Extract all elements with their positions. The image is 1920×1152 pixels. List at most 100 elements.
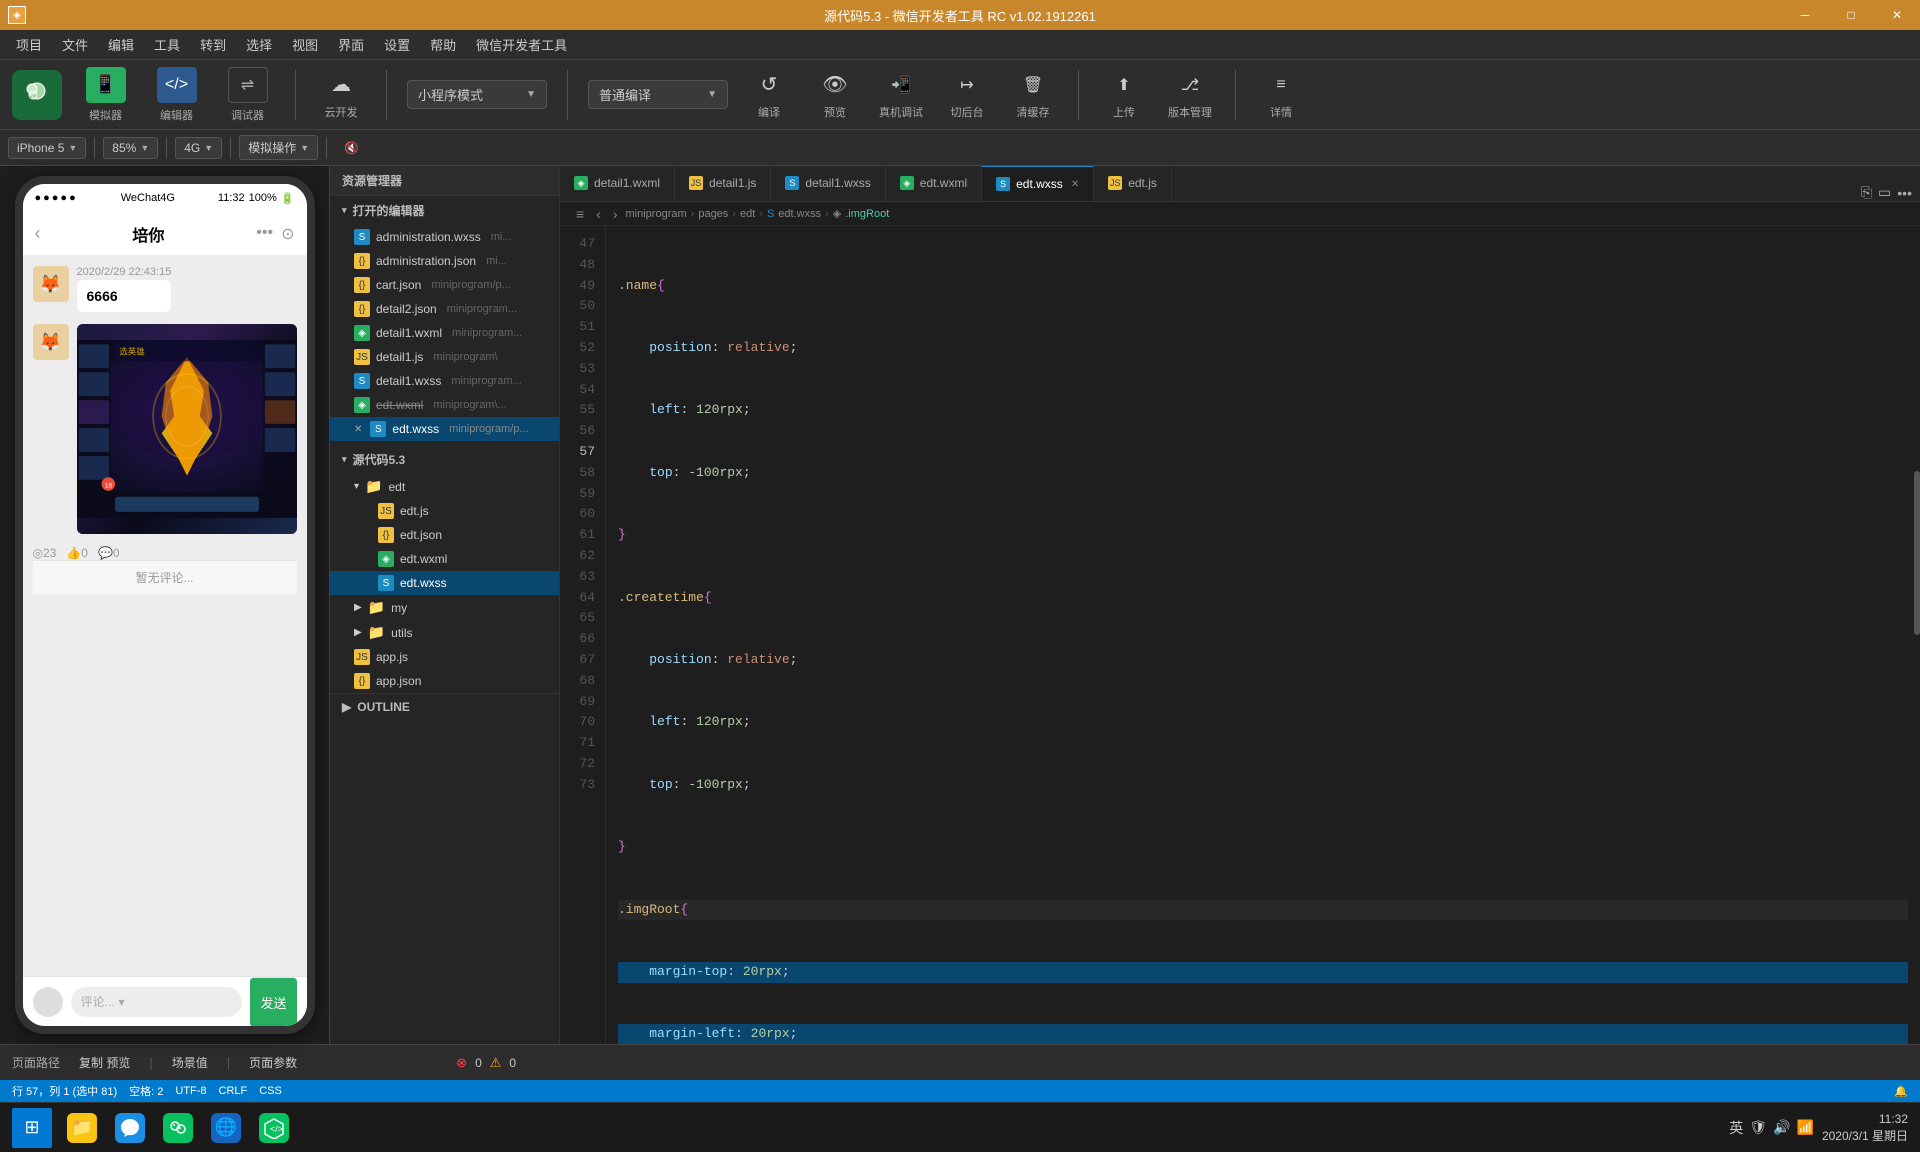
file-explorer-app[interactable]: 📁 [60,1106,104,1150]
real-debug-button[interactable]: 📲 真机调试 [876,70,926,120]
menu-tools[interactable]: 工具 [146,31,188,58]
outline-section[interactable]: ▶ OUTLINE [330,693,559,720]
list-item[interactable]: S administration.wxss mi... [330,225,559,249]
chat-title: 培你 [41,222,257,246]
source-section[interactable]: ▾ 源代码5.3 [330,445,559,474]
menu-help[interactable]: 帮助 [422,31,464,58]
cache-button[interactable]: 🗑 清缓存 [1008,70,1058,120]
status-line-ending[interactable]: CRLF [219,1083,248,1099]
list-item[interactable]: {} app.json [330,669,559,693]
build-button[interactable]: ↺ 编译 [744,70,794,120]
back-button[interactable]: ↦ 切后台 [942,70,992,120]
avatar: 🦊 [33,266,69,302]
menu-project[interactable]: 项目 [8,31,50,58]
list-item[interactable]: {} detail2.json miniprogram... [330,297,559,321]
tab-detail1-js[interactable]: JS detail1.js [675,166,771,201]
list-item[interactable]: S edt.wxss [330,571,559,595]
menu-edit[interactable]: 编辑 [100,31,142,58]
scrollbar-thumb[interactable] [1914,471,1920,635]
scale-selector[interactable]: 85% ▼ [103,137,158,159]
tab-close-button[interactable]: ✕ [1071,179,1079,190]
folder-item-utils[interactable]: ▶ 📁 utils [330,620,559,645]
code-editor[interactable]: .name{ position: relative; left: 120rpx;… [606,226,1920,1044]
phone-chat[interactable]: 🦊 2020/2/29 22:43:15 6666 🦊 [23,256,307,976]
volume-button[interactable]: 🔇 [335,137,368,159]
list-item[interactable]: ◈ edt.wxml miniprogram\... [330,393,559,417]
list-item[interactable]: JS app.js [330,645,559,669]
list-item[interactable]: JS edt.js [330,499,559,523]
list-item[interactable]: {} edt.json [330,523,559,547]
list-item[interactable]: JS detail1.js miniprogram\ [330,345,559,369]
menu-interface[interactable]: 界面 [330,31,372,58]
weixin-dev-app[interactable]: </> [252,1106,296,1150]
cloud-button[interactable]: ☁ 云开发 [316,70,366,120]
open-editors-section[interactable]: ▾ 打开的编辑器 [330,196,559,225]
browser-app[interactable]: 🌐 [204,1106,248,1150]
status-spaces[interactable]: 空格: 2 [129,1083,163,1099]
antivirus-tray-icon[interactable]: 🛡 [1749,1119,1767,1136]
start-button[interactable]: ⊞ [12,1108,52,1148]
device-selector[interactable]: iPhone 5 ▼ [8,137,86,159]
compile-dropdown[interactable]: 普通编译 ▼ [588,80,728,109]
copy-preview-button[interactable]: 复制 预览 [68,1050,141,1075]
list-item[interactable]: {} administration.json mi... [330,249,559,273]
tab-edt-wxml[interactable]: ◈ edt.wxml [886,166,982,201]
folder-item-edt[interactable]: ▾ 📁 edt [330,474,559,499]
page-params-button[interactable]: 页面参数 [238,1050,308,1075]
list-item[interactable]: S detail1.wxss miniprogram... [330,369,559,393]
menu-view[interactable]: 视图 [284,31,326,58]
window-controls: ─ □ ✕ [1782,0,1920,30]
editor-button[interactable]: </> 编辑器 [149,67,204,123]
list-item[interactable]: {} cart.json miniprogram/p... [330,273,559,297]
split-editor-button[interactable]: ⎘ [1861,184,1872,201]
status-encoding[interactable]: UTF-8 [175,1083,206,1099]
comment-input[interactable]: 评论... ▾ [71,987,243,1017]
simulator-button[interactable]: 📱 模拟器 [78,67,133,123]
menu-goto[interactable]: 转到 [192,31,234,58]
tab-detail1-wxss[interactable]: S detail1.wxss [771,166,885,201]
ime-icon[interactable]: 英 [1729,1118,1743,1138]
scene-value-button[interactable]: 场景值 [161,1050,219,1075]
editor-area: ◈ detail1.wxml JS detail1.js S detail1.w… [560,166,1920,1044]
list-item[interactable]: ◈ edt.wxml [330,547,559,571]
upload-button[interactable]: ⬆ 上传 [1099,70,1149,120]
version-button[interactable]: ⎇ 版本管理 [1165,70,1215,120]
close-button[interactable]: ✕ [1874,0,1920,30]
more-tabs-button[interactable]: ••• [1897,185,1912,201]
network-tray-icon[interactable]: 📶 [1797,1119,1814,1136]
minimize-button[interactable]: ─ [1782,0,1828,30]
nav-forward-button[interactable]: › [609,206,622,222]
path-bar: 页面路径 复制 预览 | 场景值 | 页面参数 ⊗ ⊗ 0 0 ⚠ 0 [0,1044,1920,1080]
preview-button[interactable]: 👁 预览 [810,70,860,120]
status-language[interactable]: CSS [259,1083,282,1099]
maximize-button[interactable]: □ [1828,0,1874,30]
taskbar-clock[interactable]: 11:32 2020/3/1 星期日 [1822,1111,1908,1145]
folder-item-my[interactable]: ▶ 📁 my [330,595,559,620]
status-row-col[interactable]: 行 57，列 1 (选中 81) [12,1083,117,1099]
debugger-button[interactable]: ⇌ 调试器 [220,67,275,123]
code-area[interactable]: 47 48 49 50 51 52 53 54 55 56 57 58 59 6… [560,226,1920,1044]
network-selector[interactable]: 4G ▼ [175,137,222,159]
wechat-work-app[interactable] [108,1106,152,1150]
split-horizontal-button[interactable]: ▭ [1878,184,1891,201]
menu-settings[interactable]: 设置 [376,31,418,58]
mode-dropdown[interactable]: 小程序模式 ▼ [407,80,547,109]
list-item[interactable]: ◈ detail1.wxml miniprogram... [330,321,559,345]
operation-button[interactable]: 模拟操作 ▼ [239,135,318,160]
send-button[interactable]: 发送 [250,977,296,1027]
list-item[interactable]: ✕ S edt.wxss miniprogram/p... [330,417,559,441]
menu-file[interactable]: 文件 [54,31,96,58]
menu-wechat-devtools[interactable]: 微信开发者工具 [468,31,575,58]
tab-edt-wxss[interactable]: S edt.wxss ✕ [982,166,1094,201]
volume-tray-icon[interactable]: 🔊 [1773,1119,1790,1136]
detail-button[interactable]: ≡ 详情 [1256,70,1306,120]
app-logo [12,70,62,120]
nav-back-button[interactable]: ‹ [592,206,605,222]
nav-list-button[interactable]: ≡ [572,206,588,222]
wechat-app[interactable] [156,1106,200,1150]
tab-detail1-wxml[interactable]: ◈ detail1.wxml [560,166,675,201]
menu-select[interactable]: 选择 [238,31,280,58]
more-buttons[interactable]: ••• ⊙ [256,224,294,244]
vertical-scrollbar[interactable] [1912,226,1920,1044]
tab-edt-js[interactable]: JS edt.js [1094,166,1172,201]
